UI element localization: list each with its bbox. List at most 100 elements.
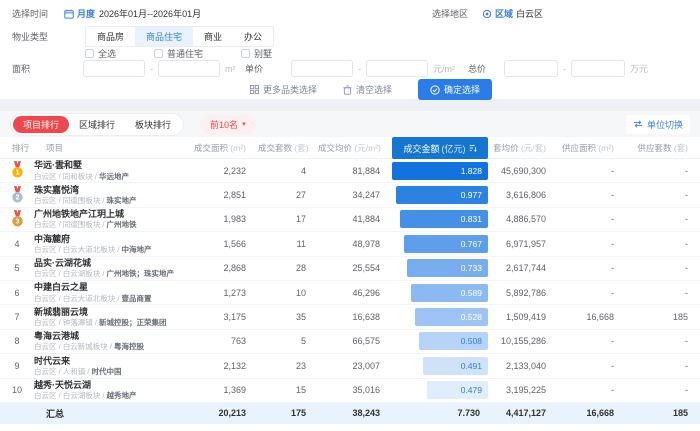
deal-amount-bar: 1.828 xyxy=(392,161,488,180)
tab-commodity-housing[interactable]: 商品房 xyxy=(86,27,136,46)
supply-area-cell: - xyxy=(611,287,614,298)
project-developer: 广州地铁 xyxy=(106,220,137,230)
avg-per-unit-cell: 3,616,806 xyxy=(505,190,546,201)
deal-amount-cell: 0.831 xyxy=(392,208,488,231)
tab-commercial[interactable]: 商业 xyxy=(193,27,234,46)
table-row[interactable]: 5 品实·云湖花城 白云区 / 白云湖板块 / 广州地铁；珠实地产 2,868 … xyxy=(0,257,700,281)
unit-switch-button[interactable]: 单位切换 xyxy=(625,114,690,134)
deal-avg-price-cell: 35,016 xyxy=(352,385,380,396)
summary-deal-avg-price: 38,243 xyxy=(352,408,380,419)
more-categories-button[interactable]: 更多品类选择 xyxy=(250,83,317,96)
time-mode-selector[interactable]: 月度 xyxy=(77,7,95,20)
deal-amount-cell: 0.479 xyxy=(392,379,488,402)
checkbox-villa[interactable]: 别墅 xyxy=(241,47,272,60)
project-name: 中海麓府 xyxy=(34,233,71,244)
summary-label: 汇总 xyxy=(46,408,65,419)
top-n-dropdown[interactable]: 前10名 ▾ xyxy=(200,113,256,135)
clear-selection-button[interactable]: 清空选择 xyxy=(343,83,392,96)
project-subtitle: 白云区 / 钟落潭镇 / 新城控股；正荣集团 xyxy=(34,318,186,327)
project-area-path: 白云区 / 同德围板块 / xyxy=(34,220,107,230)
supply-area-cell: - xyxy=(611,165,614,176)
table-row[interactable]: 7 新城翡丽云境 白云区 / 钟落潭镇 / 新城控股；正荣集团 3,175 35… xyxy=(0,305,700,330)
project-developer: 时代中国 xyxy=(91,366,122,376)
deal-units-cell: 27 xyxy=(295,190,306,201)
total-price-min-input[interactable] xyxy=(504,60,559,77)
region-type-selector[interactable]: 区域 xyxy=(495,7,513,20)
table-row[interactable]: 8 粤海云港城 白云区 / 白云新城板块 / 粤海控股 763 5 66,575… xyxy=(0,330,700,355)
checkbox-icon xyxy=(154,49,164,58)
checkbox-select-all[interactable]: 全选 xyxy=(85,47,116,60)
project-subtitle: 白云区 / 同德围板块 / 广州地铁 xyxy=(34,220,186,229)
project-name: 粤海云港城 xyxy=(34,331,80,342)
project-area-path: 白云区 / 同德围板块 / xyxy=(34,196,107,206)
range-filter-row: 面积 - m² 单价 - 元/m² 总价 - 万元 xyxy=(0,60,700,78)
table-row[interactable]: 6 中建白云之星 白云区 / 白云大道北板块 / 壹品商置 1,273 10 4… xyxy=(0,281,700,306)
deal-area-cell: 763 xyxy=(230,336,246,347)
project-cell: 中海麓府 白云区 / 白云大道北板块 / 中海地产 xyxy=(34,234,190,255)
project-subtitle: 白云区 / 同德围板块 / 珠实地产 xyxy=(34,196,186,205)
project-developer: 越秀地产 xyxy=(106,391,137,401)
deal-amount-bar: 0.528 xyxy=(415,308,488,327)
col-deal-units: 成交套数 (套) xyxy=(258,143,309,153)
deal-area-cell: 1,566 xyxy=(223,238,246,249)
tab-region-ranking[interactable]: 区域排行 xyxy=(69,116,125,133)
area-max-input[interactable] xyxy=(158,60,220,77)
area-unit: m² xyxy=(225,63,236,74)
unit-price-min-input[interactable] xyxy=(291,60,354,77)
region-label: 选择地区 xyxy=(432,9,469,19)
supply-units-cell: - xyxy=(685,263,688,274)
avg-per-unit-cell: 2,617,744 xyxy=(505,263,546,274)
property-type-label: 物业类型 xyxy=(12,32,49,42)
avg-per-unit-cell: 6,971,957 xyxy=(505,238,546,249)
tab-project-ranking[interactable]: 项目排行 xyxy=(13,115,70,133)
swap-arrows-icon xyxy=(633,120,643,128)
table-row[interactable]: 2 珠实嘉悦湾 白云区 / 同德围板块 / 珠实地产 2,851 27 34,2… xyxy=(0,183,700,208)
tab-office[interactable]: 办公 xyxy=(233,27,274,46)
confirm-selection-label: 确定选择 xyxy=(444,85,481,95)
deal-amount-bar: 0.767 xyxy=(403,234,488,253)
table-row[interactable]: 10 越秀·天悦云湖 白云区 / 白云湖板块 / 越秀地产 1,369 15 3… xyxy=(0,379,700,403)
summary-row: 汇总 20,213 175 38,243 7.730 4,417,127 16,… xyxy=(0,402,700,424)
unit-price-range-group: 单价 - 元/m² xyxy=(245,60,455,77)
project-developer: 华远地产 xyxy=(99,171,130,181)
checkbox-icon xyxy=(85,49,94,58)
total-price-max-input[interactable] xyxy=(571,60,626,77)
deal-units-cell: 10 xyxy=(295,287,306,298)
project-developer: 壹品商置 xyxy=(121,293,152,303)
project-area-path: 白云区 / 白云湖板块 / xyxy=(34,269,107,279)
project-name: 中建白云之星 xyxy=(34,282,89,293)
unit-price-max-input[interactable] xyxy=(366,60,429,77)
supply-units-cell: - xyxy=(685,287,688,298)
time-range-value[interactable]: 2026年01月--2026年01月 xyxy=(99,7,201,20)
supply-area-cell: - xyxy=(611,263,614,274)
deal-area-cell: 2,868 xyxy=(223,263,246,274)
confirm-selection-button[interactable]: 确定选择 xyxy=(418,79,493,100)
area-min-input[interactable] xyxy=(83,60,145,77)
checkbox-icon xyxy=(241,49,251,58)
project-area-path: 白云区 / 同和板块 / xyxy=(34,171,100,181)
tab-block-ranking[interactable]: 板块排行 xyxy=(125,116,181,133)
deal-amount-cell: 0.767 xyxy=(392,232,488,255)
deal-amount-bar: 0.589 xyxy=(411,283,488,302)
avg-per-unit-cell: 2,133,040 xyxy=(505,360,546,371)
project-area-path: 白云区 / 白云大道北板块 / xyxy=(34,293,122,303)
deal-avg-price-cell: 34,247 xyxy=(352,190,380,201)
range-dash: - xyxy=(358,63,362,74)
project-cell: 品实·云湖花城 白云区 / 白云湖板块 / 广州地铁；珠实地产 xyxy=(34,258,190,279)
tab-commodity-residence[interactable]: 商品住宅 xyxy=(135,27,194,46)
avg-per-unit-cell: 3,195,225 xyxy=(505,385,546,396)
table-row[interactable]: 4 中海麓府 白云区 / 白云大道北板块 / 中海地产 1,566 11 48,… xyxy=(0,232,700,257)
deal-area-cell: 3,175 xyxy=(223,312,246,323)
project-subtitle: 白云区 / 白云大道北板块 / 壹品商置 xyxy=(34,294,186,303)
project-area-path: 白云区 / 白云大道北板块 / xyxy=(34,244,122,254)
deal-amount-bar: 0.977 xyxy=(395,186,488,205)
table-row[interactable]: 3 广州地铁地产江玥上城 白云区 / 同德围板块 / 广州地铁 1,983 17… xyxy=(0,208,700,233)
deal-avg-price-cell: 81,884 xyxy=(352,165,380,176)
project-developer: 新城控股；正荣集团 xyxy=(99,317,167,327)
clear-selection-label: 清空选择 xyxy=(356,85,393,95)
col-deal-amount-sorted[interactable]: 成交金额 (亿元) xyxy=(392,137,488,159)
table-row[interactable]: 1 华远·雲和墅 白云区 / 同和板块 / 华远地产 2,232 4 81,88… xyxy=(0,159,700,184)
region-value[interactable]: 白云区 xyxy=(516,7,543,20)
checkbox-ordinary-residence[interactable]: 普通住宅 xyxy=(154,47,203,60)
table-row[interactable]: 9 时代云来 白云区 / 人和镇 / 时代中国 2,132 23 23,007 … xyxy=(0,354,700,379)
